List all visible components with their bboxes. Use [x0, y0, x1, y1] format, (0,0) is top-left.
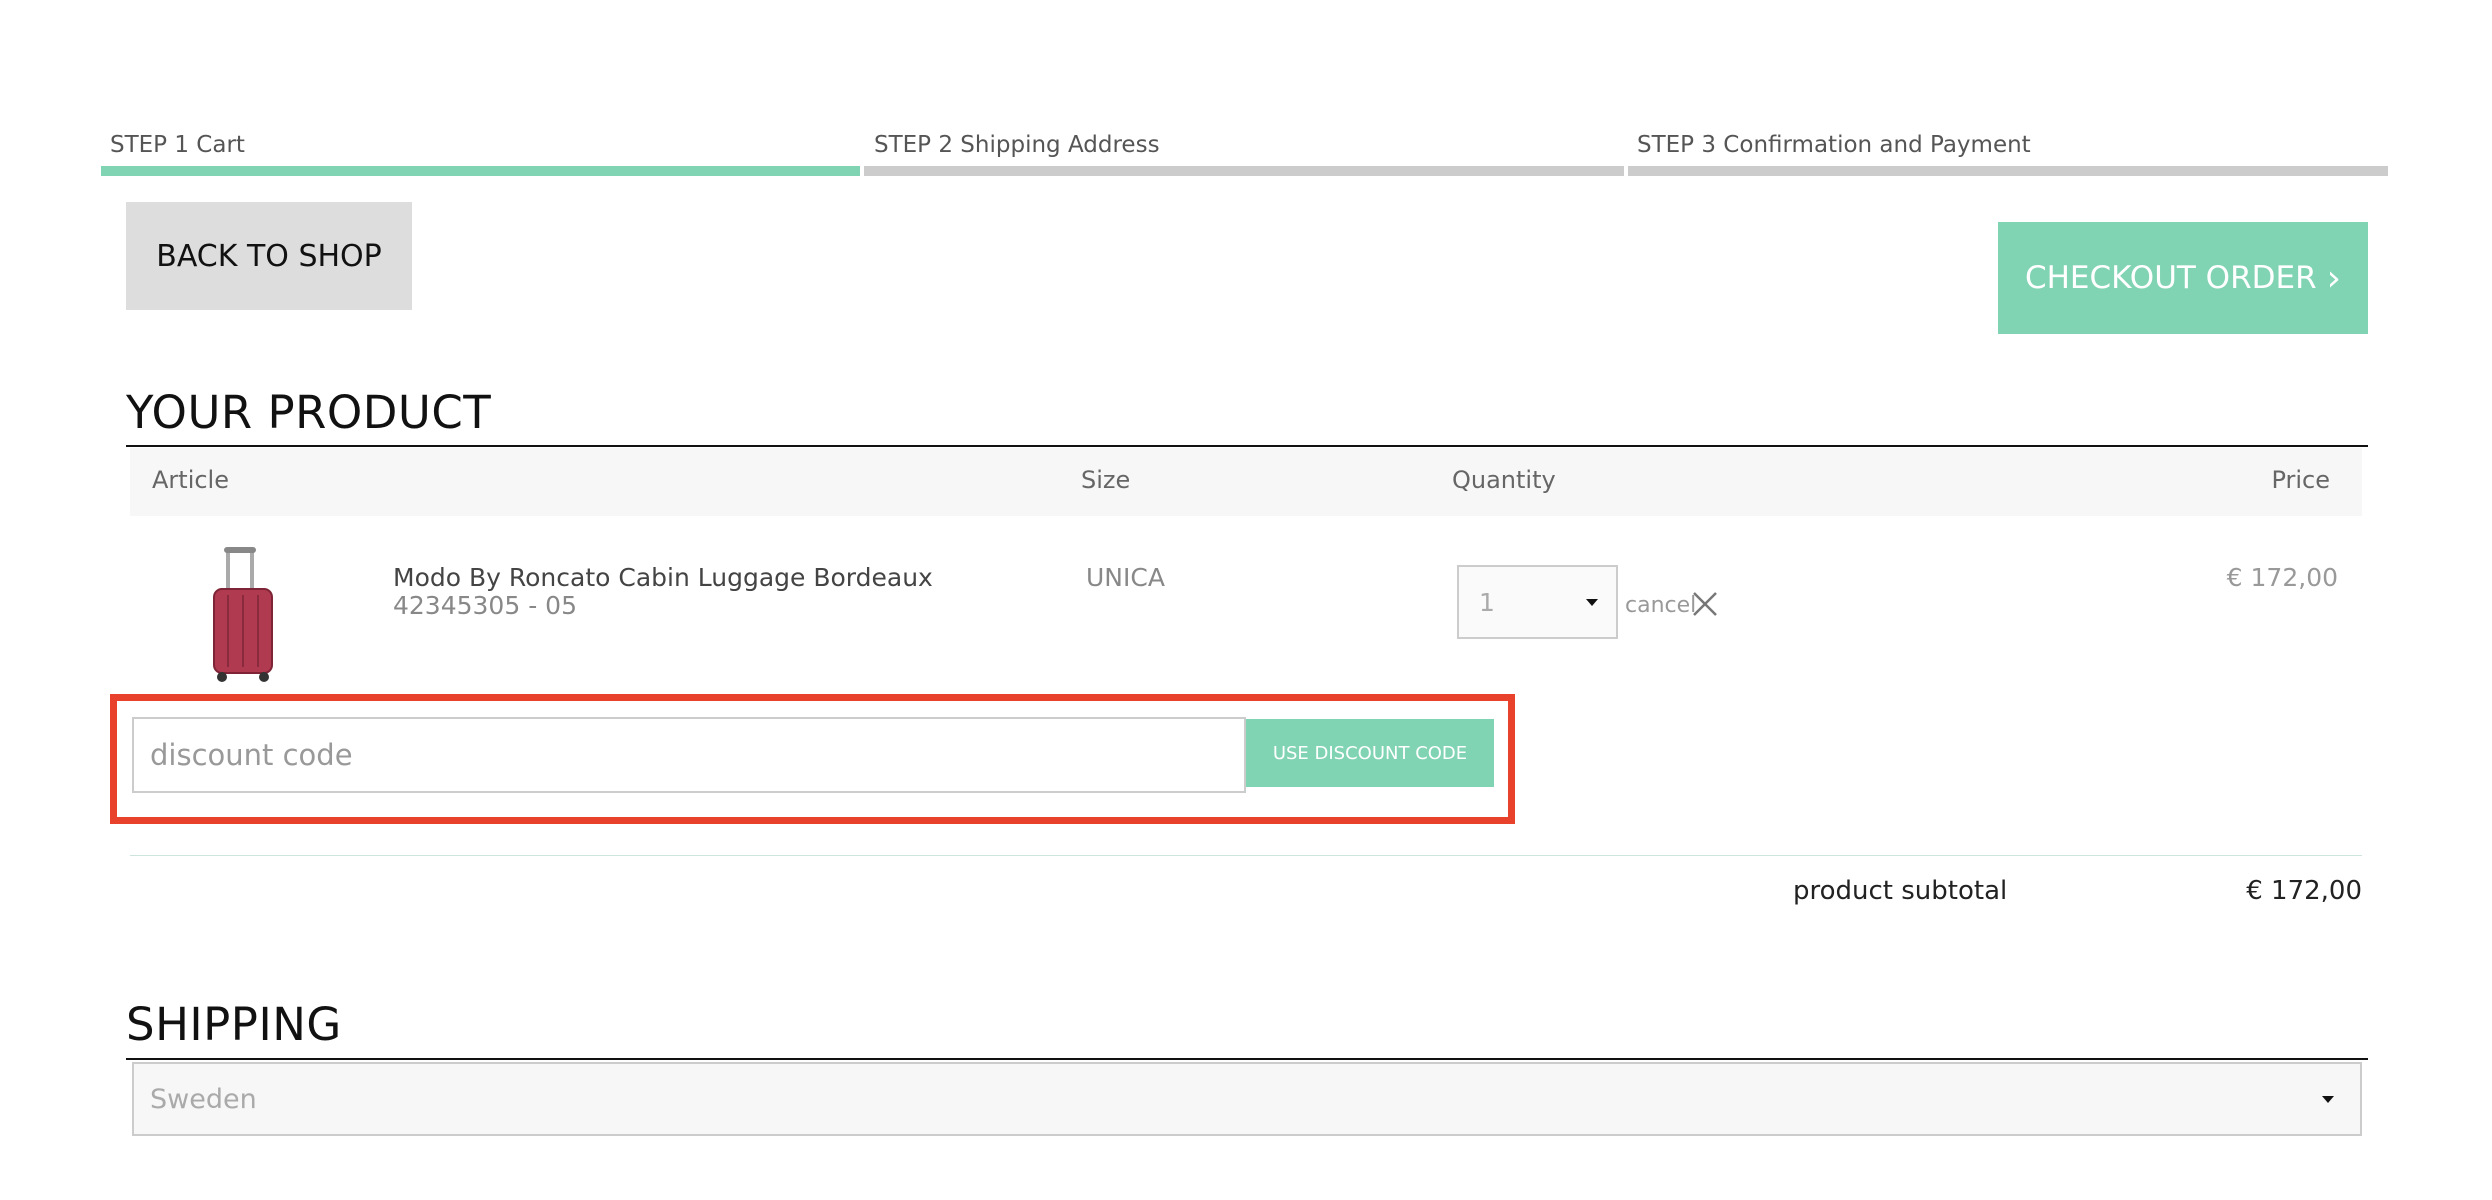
product-name[interactable]: Modo By Roncato Cabin Luggage Bordeaux [393, 563, 933, 592]
chevron-right-icon: › [2326, 257, 2342, 299]
caret-down-icon [2322, 1096, 2334, 1103]
subtotal-value: € 172,00 [2246, 876, 2362, 906]
shipping-divider [126, 1058, 2368, 1060]
step-2-progress-bar [864, 166, 1624, 176]
discount-code-input[interactable] [132, 717, 1246, 793]
subtotal-divider [130, 855, 2362, 856]
column-price: Price [2271, 466, 2330, 494]
product-suitcase-image[interactable] [200, 545, 290, 683]
use-discount-code-button[interactable]: USE DISCOUNT CODE [1246, 719, 1494, 787]
column-quantity: Quantity [1452, 466, 1556, 494]
step-1-label: STEP 1 Cart [110, 132, 245, 158]
cancel-link[interactable]: cancel [1625, 593, 1696, 618]
product-price: € 172,00 [2226, 563, 2338, 592]
step-3-label: STEP 3 Confirmation and Payment [1637, 132, 2031, 158]
close-icon[interactable] [1691, 590, 1719, 618]
product-size: UNICA [1086, 563, 1165, 592]
shipping-title: SHIPPING [126, 998, 342, 1051]
step-2-label: STEP 2 Shipping Address [874, 132, 1160, 158]
step-3-progress-bar [1628, 166, 2388, 176]
checkout-order-button[interactable]: CHECKOUT ORDER › [1998, 222, 2368, 334]
quantity-value: 1 [1479, 587, 1495, 617]
use-discount-code-label: USE DISCOUNT CODE [1272, 742, 1468, 764]
quantity-select[interactable]: 1 [1457, 565, 1618, 639]
step-1-progress-bar [101, 166, 860, 176]
your-product-divider [126, 445, 2368, 447]
your-product-title: YOUR PRODUCT [126, 386, 492, 439]
shipping-country-value: Sweden [150, 1083, 257, 1115]
product-sku: 42345305 - 05 [393, 591, 577, 620]
product-table-header [130, 448, 2362, 516]
caret-down-icon [1586, 599, 1598, 606]
shipping-country-select[interactable]: Sweden [132, 1062, 2362, 1136]
back-to-shop-button[interactable]: BACK TO SHOP [126, 202, 412, 310]
column-article: Article [152, 466, 229, 494]
back-to-shop-label: BACK TO SHOP [156, 238, 382, 274]
checkout-order-label: CHECKOUT ORDER [2024, 260, 2317, 296]
subtotal-label: product subtotal [1793, 876, 2008, 906]
column-size: Size [1081, 466, 1131, 494]
